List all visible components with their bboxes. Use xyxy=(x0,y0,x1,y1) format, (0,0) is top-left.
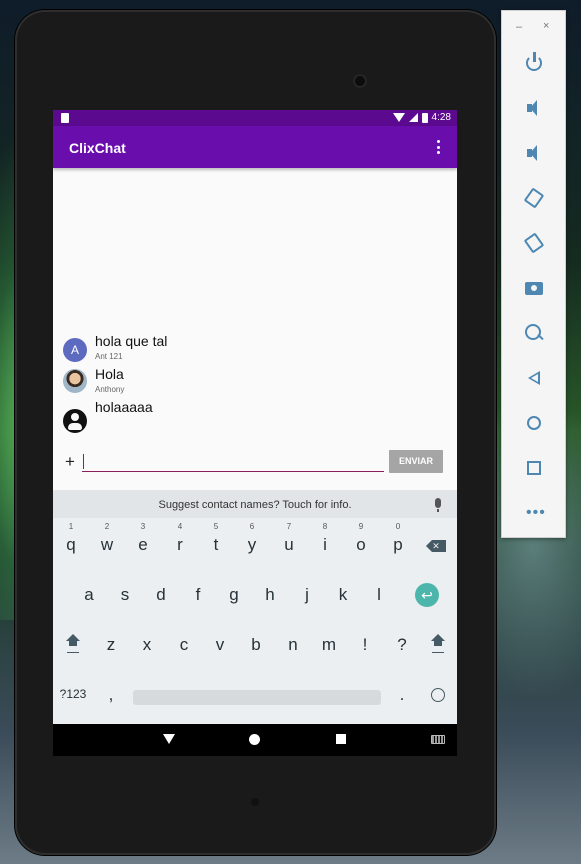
wifi-icon xyxy=(392,113,405,122)
shift-left-icon[interactable] xyxy=(55,622,91,668)
list-item: A hola que tal Ant 121 xyxy=(53,333,457,367)
key-l[interactable]: l xyxy=(361,572,397,618)
minimize-button[interactable]: – xyxy=(516,21,522,33)
navigation-bar xyxy=(53,724,457,756)
key-b[interactable]: b xyxy=(238,622,274,668)
message-text: holaaaaa xyxy=(95,399,153,415)
symbols-key[interactable]: ?123 xyxy=(55,672,91,718)
home-icon[interactable] xyxy=(522,411,546,435)
key-d[interactable]: d xyxy=(143,572,179,618)
recents-icon[interactable] xyxy=(336,734,346,744)
message-author: Ant 121 xyxy=(95,352,123,361)
keyboard-icon[interactable] xyxy=(431,735,445,744)
status-time: 4:28 xyxy=(431,112,451,123)
battery-icon xyxy=(421,112,428,123)
android-device-frame: 4:28 ClixChat A hola que tal Ant 121 Hol… xyxy=(15,10,496,855)
key-y[interactable]: 6y xyxy=(234,522,270,568)
home-icon[interactable] xyxy=(249,734,260,745)
app-title: ClixChat xyxy=(69,140,126,156)
message-text: Hola xyxy=(95,366,124,382)
backspace-icon[interactable]: ✕ xyxy=(419,526,455,572)
key-comma[interactable]: , xyxy=(93,672,129,718)
emulator-toolbar: – × ••• xyxy=(501,10,566,538)
suggestion-text[interactable]: Suggest contact names? Touch for info. xyxy=(53,499,457,511)
overflow-menu-icon[interactable] xyxy=(437,140,441,154)
soft-keyboard: Suggest contact names? Touch for info. 1… xyxy=(53,490,457,724)
message-author: Anthony xyxy=(95,385,125,394)
power-icon[interactable] xyxy=(522,51,546,75)
key-f[interactable]: f xyxy=(180,572,216,618)
key-v[interactable]: v xyxy=(202,622,238,668)
list-item: Hola Anthony xyxy=(53,366,457,400)
back-icon[interactable] xyxy=(522,366,546,390)
rotate-right-icon[interactable] xyxy=(522,231,546,255)
overview-icon[interactable] xyxy=(522,456,546,480)
key-x[interactable]: x xyxy=(129,622,165,668)
spacebar[interactable] xyxy=(133,690,381,705)
key-h[interactable]: h xyxy=(252,572,288,618)
keyboard-row-1: 1q 2w 3e 4r 5t 6y 7u 8i 9o 0p ✕ xyxy=(53,522,457,570)
attach-plus-icon[interactable]: + xyxy=(65,452,75,472)
shift-right-icon[interactable] xyxy=(420,622,456,668)
suggestion-strip[interactable]: Suggest contact names? Touch for info. xyxy=(53,490,457,518)
key-t[interactable]: 5t xyxy=(198,522,234,568)
message-input[interactable] xyxy=(82,452,384,472)
volume-down-icon[interactable] xyxy=(522,141,546,165)
sd-card-icon xyxy=(61,113,69,123)
key-c[interactable]: c xyxy=(166,622,202,668)
message-composer: + ENVIAR xyxy=(53,448,457,478)
status-bar: 4:28 xyxy=(53,110,457,126)
key-period[interactable]: . xyxy=(384,672,420,718)
close-button[interactable]: × xyxy=(543,20,549,32)
key-e[interactable]: 3e xyxy=(125,522,161,568)
key-r[interactable]: 4r xyxy=(162,522,198,568)
front-camera xyxy=(353,74,367,88)
app-toolbar: ClixChat xyxy=(53,126,457,168)
key-g[interactable]: g xyxy=(216,572,252,618)
key-exclamation[interactable]: ! xyxy=(347,622,383,668)
message-text: hola que tal xyxy=(95,333,168,349)
cell-signal-icon xyxy=(408,113,418,122)
emoji-icon[interactable] xyxy=(431,688,445,702)
key-n[interactable]: n xyxy=(275,622,311,668)
key-p[interactable]: 0p xyxy=(380,522,416,568)
key-m[interactable]: m xyxy=(311,622,347,668)
back-icon[interactable] xyxy=(163,734,175,744)
key-question[interactable]: ? xyxy=(384,622,420,668)
key-u[interactable]: 7u xyxy=(271,522,307,568)
send-button[interactable]: ENVIAR xyxy=(389,450,443,473)
microphone-icon[interactable] xyxy=(435,498,441,512)
enter-key-icon[interactable]: ↩ xyxy=(415,583,439,607)
avatar: A xyxy=(63,338,87,362)
key-w[interactable]: 2w xyxy=(89,522,125,568)
keyboard-row-3: z x c v b n m ! ? xyxy=(53,622,457,670)
key-s[interactable]: s xyxy=(107,572,143,618)
generic-person-icon xyxy=(63,409,87,433)
key-k[interactable]: k xyxy=(325,572,361,618)
volume-up-icon[interactable] xyxy=(522,96,546,120)
key-o[interactable]: 9o xyxy=(343,522,379,568)
device-sensor xyxy=(251,798,259,806)
toolbar-window-controls: – × xyxy=(502,20,565,35)
key-j[interactable]: j xyxy=(289,572,325,618)
rotate-left-icon[interactable] xyxy=(522,186,546,210)
key-i[interactable]: 8i xyxy=(307,522,343,568)
list-item: holaaaaa xyxy=(53,399,457,433)
keyboard-row-4: ?123 , . xyxy=(53,672,457,720)
keyboard-row-2: a s d f g h j k l ↩ xyxy=(53,572,457,620)
zoom-icon[interactable] xyxy=(522,321,546,345)
avatar xyxy=(63,369,87,393)
key-q[interactable]: 1q xyxy=(53,522,89,568)
key-z[interactable]: z xyxy=(93,622,129,668)
text-cursor xyxy=(83,454,84,469)
key-a[interactable]: a xyxy=(71,572,107,618)
device-screen: 4:28 ClixChat A hola que tal Ant 121 Hol… xyxy=(53,110,457,756)
more-icon[interactable]: ••• xyxy=(522,501,546,525)
camera-screenshot-icon[interactable] xyxy=(522,276,546,300)
